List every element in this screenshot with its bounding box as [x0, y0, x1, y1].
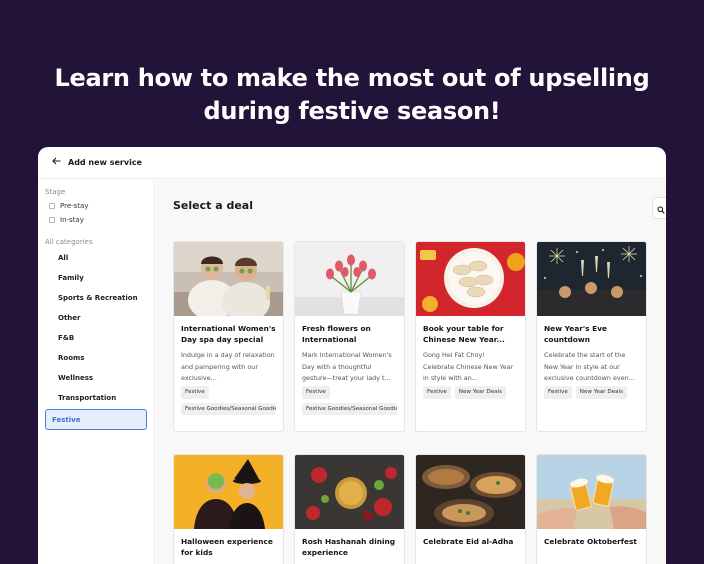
- tag: Festive: [302, 386, 330, 399]
- deal-description: Gong Hei Fat Choy! Celebrate Chinese New…: [423, 351, 514, 382]
- tag: Festive: [423, 386, 451, 399]
- deal-title: Fresh flowers on International Women's..…: [302, 324, 371, 347]
- tag: New Year Deals: [454, 386, 507, 399]
- deal-image-countdown: [537, 242, 646, 316]
- sidebar: Stage Pre-stay In-stay All categories Al…: [38, 180, 155, 564]
- category-item-wellness[interactable]: Wellness: [45, 368, 147, 388]
- search-button[interactable]: [652, 197, 666, 219]
- deal-card[interactable]: Celebrate Eid al-Adha: [415, 454, 526, 564]
- tag: Festive Goodies/Seasonal Goodies: [181, 403, 276, 415]
- headline: Learn how to make the most out of upsell…: [0, 62, 704, 128]
- deal-image-flowers: [295, 242, 404, 316]
- deal-card[interactable]: Book your table for Chinese New Year... …: [415, 241, 526, 432]
- headline-line-1: Learn how to make the most out of upsell…: [54, 64, 650, 92]
- deal-image-rosh-hashanah: [295, 455, 404, 529]
- deal-card[interactable]: Rosh Hashanah dining experience: [294, 454, 405, 564]
- category-item-rooms[interactable]: Rooms: [45, 348, 147, 368]
- deal-tags: Festive New Year Deals: [416, 384, 525, 399]
- deal-card[interactable]: International Women's Day spa day specia…: [173, 241, 284, 432]
- deal-title: Halloween experience for kids: [181, 537, 273, 557]
- deal-description: Celebrate the start of the New Year in s…: [544, 351, 635, 382]
- stage-checkbox-pre-stay[interactable]: Pre-stay: [38, 202, 154, 210]
- deal-tags: Festive Festive Goodies/Seasonal Goodies: [295, 384, 404, 415]
- category-item-fnb[interactable]: F&B: [45, 328, 147, 348]
- deal-card[interactable]: Fresh flowers on International Women's..…: [294, 241, 405, 432]
- deal-image-oktoberfest: [537, 455, 646, 529]
- deal-description: Mark International Women's Day with a th…: [302, 351, 392, 382]
- deal-tags: Festive Festive Goodies/Seasonal Goodies: [174, 384, 283, 415]
- stage-label: Stage: [45, 188, 66, 196]
- deal-card[interactable]: New Year's Eve countdown Celebrate the s…: [536, 241, 647, 432]
- deal-image-dumplings: [416, 242, 525, 316]
- checkbox-label: Pre-stay: [60, 202, 89, 210]
- checkbox-label: In-stay: [60, 216, 84, 224]
- deal-card[interactable]: Celebrate Oktoberfest: [536, 454, 647, 564]
- deal-title: Celebrate Oktoberfest: [544, 537, 637, 546]
- category-item-all[interactable]: All: [45, 248, 147, 268]
- category-item-transportation[interactable]: Transportation: [45, 388, 147, 408]
- deal-image-spa: [174, 242, 283, 316]
- deal-title: Rosh Hashanah dining experience: [302, 537, 396, 557]
- deal-image-eid: [416, 455, 525, 529]
- deal-card[interactable]: Halloween experience for kids: [173, 454, 284, 564]
- top-bar: Add new service: [38, 147, 666, 179]
- category-list: All Family Sports & Recreation Other F&B…: [38, 248, 154, 430]
- headline-line-2: during festive season!: [203, 97, 501, 125]
- tag: Festive Goodies/Seasonal Goodies: [302, 403, 397, 415]
- deal-tags: Festive New Year Deals: [537, 384, 646, 399]
- section-title: Select a deal: [173, 199, 254, 212]
- tag: Festive: [544, 386, 572, 399]
- deal-title: Celebrate Eid al-Adha: [423, 537, 514, 546]
- deal-description: Indulge in a day of relaxation and pampe…: [181, 351, 275, 382]
- tag: Festive: [181, 386, 209, 399]
- deal-title: Book your table for Chinese New Year...: [423, 324, 505, 344]
- deal-title: New Year's Eve countdown: [544, 324, 608, 344]
- tag: New Year Deals: [575, 386, 628, 399]
- stage-checkbox-in-stay[interactable]: In-stay: [38, 216, 154, 224]
- deal-image-halloween: [174, 455, 283, 529]
- category-item-sports-recreation[interactable]: Sports & Recreation: [45, 288, 147, 308]
- arrow-left-icon[interactable]: [52, 157, 61, 168]
- category-item-other[interactable]: Other: [45, 308, 147, 328]
- checkbox[interactable]: [49, 217, 55, 223]
- deal-title: International Women's Day spa day specia…: [181, 324, 276, 344]
- main-content: Select a deal International Women's Day …: [156, 180, 666, 564]
- page-title: Add new service: [68, 158, 142, 167]
- app-window: Add new service Stage Pre-stay In-stay A…: [38, 147, 666, 564]
- search-icon: [657, 199, 665, 218]
- checkbox[interactable]: [49, 203, 55, 209]
- category-item-festive[interactable]: Festive: [45, 409, 147, 430]
- category-item-family[interactable]: Family: [45, 268, 147, 288]
- categories-label: All categories: [45, 238, 93, 246]
